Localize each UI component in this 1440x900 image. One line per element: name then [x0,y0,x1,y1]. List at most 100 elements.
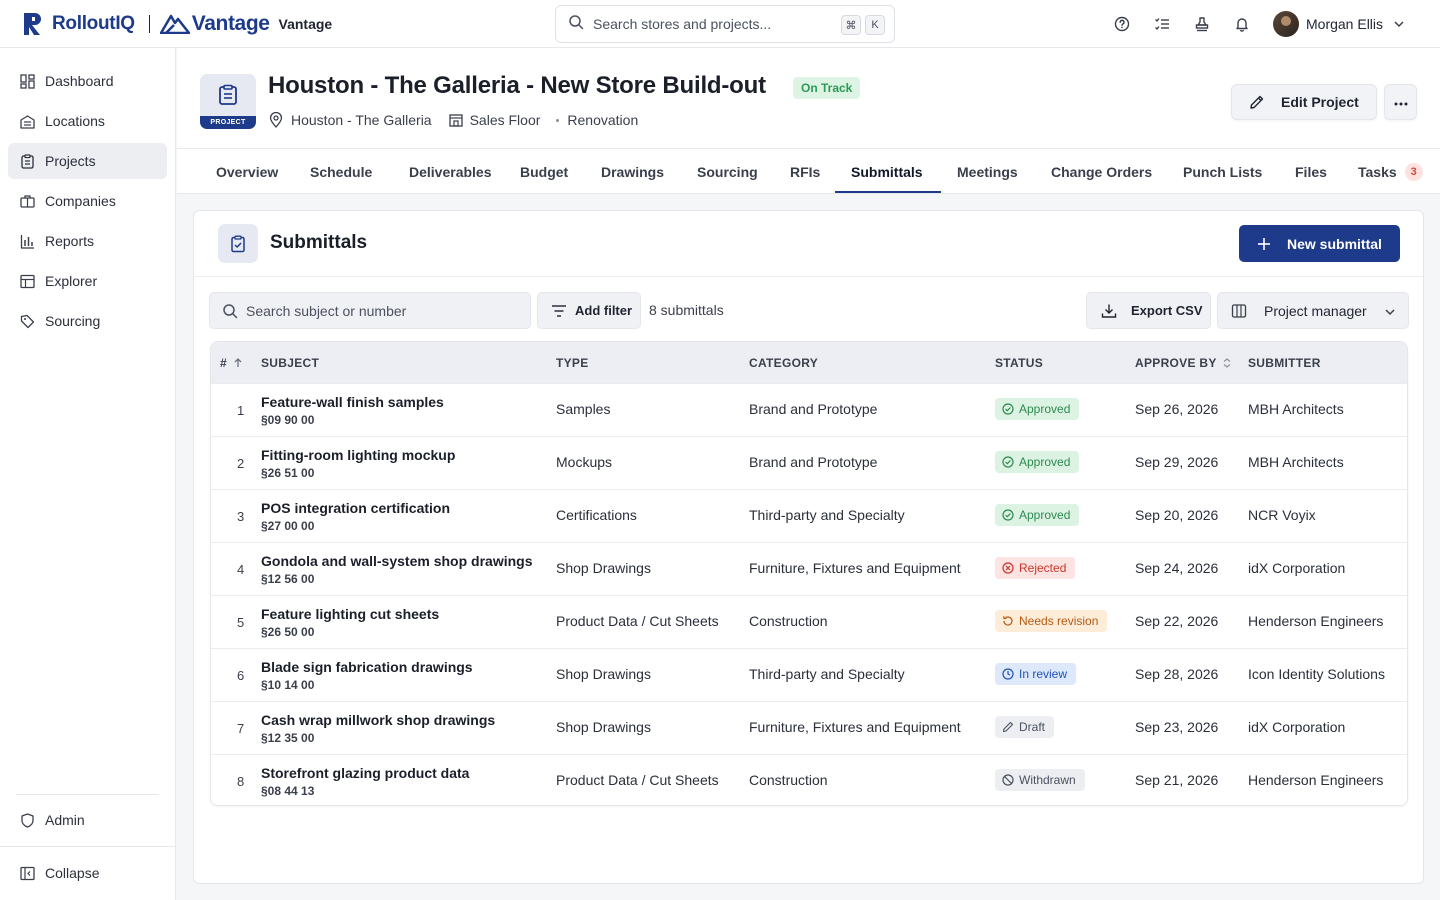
column-header-number[interactable]: # [220,356,243,370]
column-header-submitter[interactable]: SUBMITTER [1248,356,1321,370]
submittal-subject[interactable]: Gondola and wall-system shop drawings [261,553,533,569]
tab-submittals[interactable]: Submittals [851,149,923,194]
clipboard-icon [219,84,237,105]
submittal-category: Third-party and Specialty [749,507,905,523]
submittal-search-input[interactable]: Search subject or number [209,292,531,329]
edit-project-button[interactable]: Edit Project [1231,84,1377,120]
tab-punch-lists[interactable]: Punch Lists [1183,149,1262,194]
chevron-down-icon [1384,305,1396,321]
new-submittal-label: New submittal [1287,235,1382,252]
sidebar-collapse-button[interactable]: Collapse [8,855,167,891]
column-header-approve-by[interactable]: APPROVE BY [1135,356,1231,370]
bar-chart-icon [19,233,35,249]
table-row[interactable]: 2 Fitting-room lighting mockup §26 51 00 Mo… [211,436,1407,489]
stamp-icon[interactable] [1190,12,1214,36]
approve-by-date: Sep 24, 2026 [1135,560,1219,576]
tab-deliverables[interactable]: Deliverables [409,149,492,194]
sidebar-item-projects[interactable]: Projects [8,143,167,179]
submittal-subject[interactable]: Storefront glazing product data [261,765,469,781]
status-badge: Draft [995,716,1055,738]
clipboard-check-icon [218,224,258,263]
new-submittal-button[interactable]: New submittal [1239,225,1400,262]
project-badge: PROJECT [200,74,256,129]
status-label: Approved [1019,402,1071,416]
submittal-type: Shop Drawings [556,560,651,576]
submittal-subject[interactable]: POS integration certification [261,500,450,516]
table-row[interactable]: 7 Cash wrap millwork shop drawings §12 35 … [211,701,1407,754]
export-csv-button[interactable]: Export CSV [1086,292,1211,329]
submitter-name: Henderson Engineers [1248,613,1384,629]
table-row[interactable]: 6 Blade sign fabrication drawings §10 14 0… [211,648,1407,701]
column-header-category[interactable]: CATEGORY [749,356,818,370]
sidebar-item-companies[interactable]: Companies [8,183,167,219]
table-row[interactable]: 8 Storefront glazing product data §08 44 1… [211,754,1407,805]
view-selector-dropdown[interactable]: Project manager [1217,292,1409,329]
submitter-name: Icon Identity Solutions [1248,666,1385,682]
status-badge: Approved [995,451,1080,473]
sidebar-item-locations[interactable]: Locations [8,103,167,139]
vantage-mountain-icon [159,14,190,34]
tasks-count-badge: 3 [1404,162,1423,181]
search-placeholder: Search subject or number [246,302,407,319]
tab-files[interactable]: Files [1295,149,1327,194]
sidebar-item-dashboard[interactable]: Dashboard [8,63,167,99]
tab-tasks[interactable]: Tasks 3 [1358,149,1423,194]
submittal-category: Construction [749,613,828,629]
submittal-subject[interactable]: Blade sign fabrication drawings [261,659,473,675]
table-row[interactable]: 3 POS integration certification §27 00 00 C… [211,489,1407,542]
submittals-table: # SUBJECT TYPE CATEGORY STATUS APPROVE B… [210,341,1408,806]
sidebar-divider [16,794,159,795]
table-row[interactable]: 1 Feature-wall finish samples §09 90 00 Sam… [211,383,1407,436]
tab-change-orders[interactable]: Change Orders [1051,149,1152,194]
user-menu[interactable]: Morgan Ellis [1273,11,1405,37]
section-title: Submittals [270,232,368,253]
bell-icon[interactable] [1230,12,1254,36]
project-location[interactable]: Houston - The Galleria [291,112,432,128]
global-search-input[interactable]: Search stores and projects... ⌘ K [555,5,895,43]
add-filter-button[interactable]: Add filter [537,292,641,329]
building-icon [19,113,35,129]
sidebar-item-explorer[interactable]: Explorer [8,263,167,299]
sidebar-item-sourcing[interactable]: Sourcing [8,303,167,339]
tab-sourcing[interactable]: Sourcing [697,149,758,194]
column-header-type[interactable]: TYPE [556,356,589,370]
submittal-subject[interactable]: Feature lighting cut sheets [261,606,439,622]
project-header: PROJECT Houston - The Galleria - New Sto… [177,48,1440,148]
submittals-card: Submittals New submittal Search subject … [193,210,1424,884]
submittal-number: 5 [237,615,245,630]
tab-meetings[interactable]: Meetings [957,149,1018,194]
tab-drawings[interactable]: Drawings [601,149,664,194]
submittal-category: Furniture, Fixtures and Equipment [749,560,961,576]
submittal-category: Brand and Prototype [749,401,878,417]
pencil-icon [1002,721,1014,733]
sidebar-item-admin[interactable]: Admin [8,802,167,838]
check-circle-icon [1002,403,1014,415]
submittal-number: 2 [237,456,245,471]
sidebar-item-reports[interactable]: Reports [8,223,167,259]
submittal-subject[interactable]: Fitting-room lighting mockup [261,447,455,463]
search-icon [568,14,584,35]
spec-section-code: §26 50 00 [261,625,315,639]
sidebar: Dashboard Locations Projects Companies R… [0,48,176,900]
table-row[interactable]: 4 Gondola and wall-system shop drawings §1… [211,542,1407,595]
brand-logo[interactable]: RolloutIQ Vantage Vantage [0,0,332,48]
help-icon[interactable] [1110,12,1134,36]
tab-overview[interactable]: Overview [216,149,278,194]
submittal-subject[interactable]: Feature-wall finish samples [261,394,444,410]
column-header-subject[interactable]: SUBJECT [261,356,319,370]
table-row[interactable]: 5 Feature lighting cut sheets §26 50 00 Pro… [211,595,1407,648]
column-header-status[interactable]: STATUS [995,356,1043,370]
tab-schedule[interactable]: Schedule [310,149,372,194]
briefcase-icon [19,193,35,209]
add-filter-label: Add filter [575,303,633,318]
storefront-icon [448,112,464,128]
more-actions-button[interactable] [1384,84,1417,120]
submittal-subject[interactable]: Cash wrap millwork shop drawings [261,712,495,728]
submittal-type: Samples [556,401,611,417]
column-header-label: # [220,356,227,370]
task-list-icon[interactable] [1150,12,1174,36]
sidebar-item-label: Companies [45,193,116,209]
tab-budget[interactable]: Budget [520,149,568,194]
tab-rfis[interactable]: RFIs [790,149,820,194]
check-circle-icon [1002,509,1014,521]
